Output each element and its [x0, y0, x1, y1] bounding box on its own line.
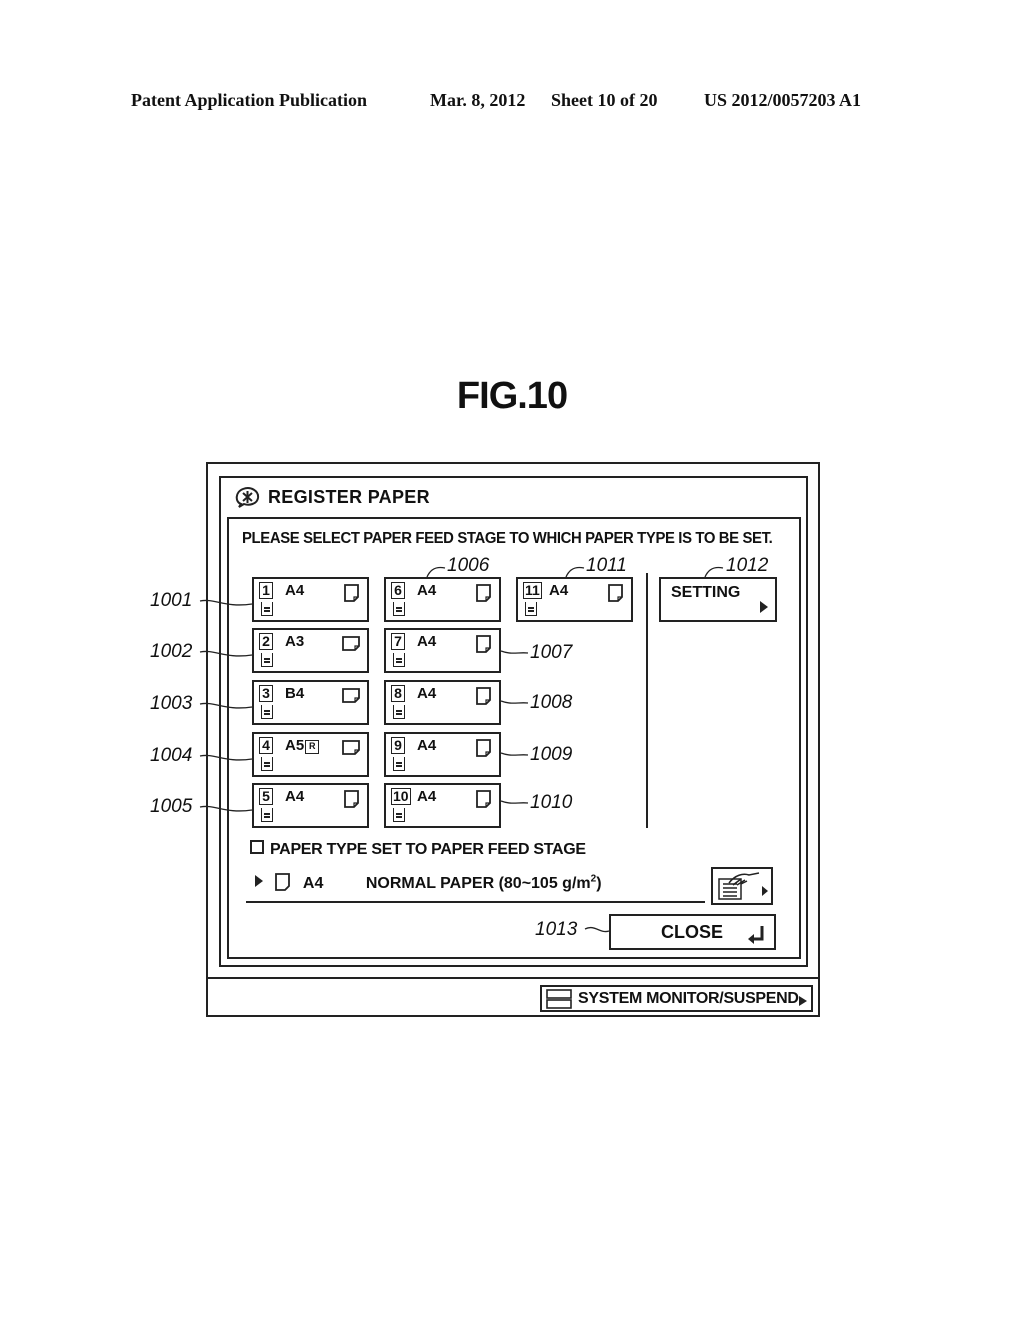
paper-stack-icon	[261, 653, 273, 667]
stage-number: 2	[259, 633, 273, 650]
reference-numeral: 1009	[530, 744, 573, 765]
paper-landscape-icon	[342, 740, 360, 755]
paper-size: A4	[417, 788, 437, 805]
setting-button-label: SETTING	[671, 584, 741, 601]
system-monitor-icon	[546, 989, 572, 1009]
current-paper-type-row: A4 NORMAL PAPER (80~105 g/m2)	[255, 873, 602, 893]
patent-publication-label: Patent Application Publication	[131, 90, 368, 110]
paper-stack-icon	[261, 705, 273, 719]
stage-number: 11	[523, 582, 542, 599]
paper-portrait-icon	[275, 873, 291, 891]
system-monitor-button[interactable]: SYSTEM MONITOR/SUSPEND	[540, 985, 813, 1012]
stage-number: 6	[391, 582, 405, 599]
dialog-title: REGISTER PAPER	[268, 487, 430, 507]
patent-sheet: Sheet 10 of 20	[551, 90, 658, 110]
paper-portrait-icon	[476, 584, 491, 602]
reference-numeral: 1011	[586, 555, 627, 576]
square-bullet-icon	[250, 840, 264, 854]
tray-button-2[interactable]: 2 A3	[252, 628, 369, 673]
tray-button-9[interactable]: 9 A4	[384, 732, 501, 777]
paper-portrait-icon	[476, 687, 491, 705]
reference-numeral: 1013	[535, 919, 578, 940]
reference-numeral: 1007	[530, 642, 573, 663]
paper-size: A5 R	[285, 737, 320, 754]
arrow-right-icon	[799, 996, 807, 1006]
tray-button-7[interactable]: 7 A4	[384, 628, 501, 673]
tray-button-3[interactable]: 3 B4	[252, 680, 369, 725]
stage-number: 5	[259, 788, 273, 805]
paper-size: A4	[417, 737, 437, 754]
paper-portrait-icon	[608, 584, 623, 602]
enter-return-icon	[748, 926, 764, 944]
close-button[interactable]: CLOSE	[609, 914, 776, 950]
stage-number: 9	[391, 737, 405, 754]
paper-size: B4	[285, 685, 305, 702]
status-bar-divider	[206, 977, 820, 979]
tray-button-10[interactable]: 10 A4	[384, 783, 501, 828]
paper-size: A4	[285, 788, 305, 805]
tray-button-6[interactable]: 6 A4	[384, 577, 501, 622]
paper-size: A4	[417, 685, 437, 702]
tray-button-11[interactable]: 11 A4	[516, 577, 633, 622]
tray-button-8[interactable]: 8 A4	[384, 680, 501, 725]
paper-stack-icon	[525, 602, 537, 616]
paper-landscape-icon	[342, 636, 360, 651]
system-monitor-label: SYSTEM MONITOR/SUSPEND	[578, 990, 799, 1007]
patent-number: US 2012/0057203 A1	[704, 90, 862, 110]
paper-size: A4	[285, 582, 305, 599]
paper-stack-icon	[393, 653, 405, 667]
paper-size: A3	[285, 633, 305, 650]
paper-stack-icon	[393, 602, 405, 616]
stage-number: 4	[259, 737, 273, 754]
stage-number: 3	[259, 685, 273, 702]
paper-portrait-icon	[344, 584, 359, 602]
stage-number: 10	[391, 788, 411, 805]
paper-stack-icon	[261, 808, 273, 822]
rotated-badge: R	[305, 740, 320, 754]
reference-numeral: 1003	[150, 693, 193, 714]
reference-numeral: 1010	[530, 792, 573, 813]
reference-numeral: 1008	[530, 692, 573, 713]
paper-stack-icon	[393, 757, 405, 771]
hand-document-icon	[718, 872, 768, 900]
paper-detail-button[interactable]	[711, 867, 773, 905]
setting-button[interactable]: SETTING	[659, 577, 777, 622]
paper-portrait-icon	[344, 790, 359, 808]
patent-date: Mar. 8, 2012	[430, 90, 526, 110]
reference-numeral: 1012	[726, 555, 769, 576]
stage-number: 1	[259, 582, 273, 599]
paper-stack-icon	[393, 705, 405, 719]
paper-size: A4	[417, 633, 437, 650]
paper-size: A4	[549, 582, 569, 599]
paper-stack-icon	[393, 808, 405, 822]
reference-numeral: 1005	[150, 796, 193, 817]
underline-divider	[246, 901, 705, 903]
paper-register-icon	[233, 486, 261, 513]
paper-portrait-icon	[476, 635, 491, 653]
instruction-text: PLEASE SELECT PAPER FEED STAGE TO WHICH …	[242, 530, 773, 547]
paper-stack-icon	[261, 602, 273, 616]
reference-numeral: 1004	[150, 745, 193, 766]
section-label: PAPER TYPE SET TO PAPER FEED STAGE	[250, 840, 586, 859]
reference-numeral: 1002	[150, 641, 193, 662]
tray-button-4[interactable]: 4 A5 R	[252, 732, 369, 777]
tray-button-1[interactable]: 1 A4	[252, 577, 369, 622]
stage-number: 7	[391, 633, 405, 650]
current-size: A4	[302, 875, 324, 892]
paper-stack-icon	[261, 757, 273, 771]
figure-label: FIG.10	[456, 375, 568, 417]
reference-numeral: 1001	[150, 590, 193, 611]
play-arrow-icon	[255, 875, 263, 887]
current-paper-type: NORMAL PAPER (80~105 g/m2)	[365, 873, 602, 892]
paper-size: A4	[417, 582, 437, 599]
reference-numeral: 1006	[447, 555, 490, 576]
close-button-label: CLOSE	[661, 922, 724, 942]
paper-portrait-icon	[476, 739, 491, 757]
tray-button-5[interactable]: 5 A4	[252, 783, 369, 828]
arrow-right-icon	[760, 601, 768, 613]
stage-number: 8	[391, 685, 405, 702]
paper-portrait-icon	[476, 790, 491, 808]
paper-landscape-icon	[342, 688, 360, 703]
vertical-divider	[646, 573, 648, 828]
